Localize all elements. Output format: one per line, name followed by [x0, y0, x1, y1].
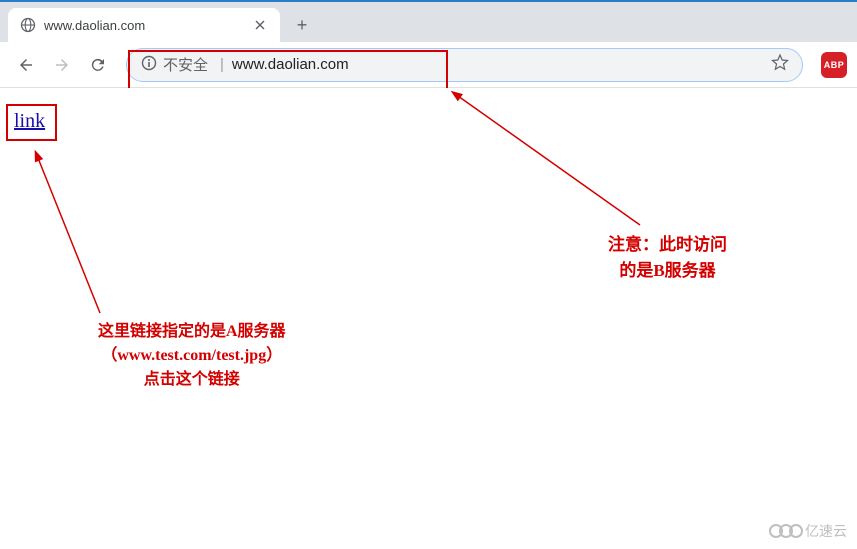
annotation-text-left: 这里链接指定的是A服务器 （www.test.com/test.jpg） 点击这…: [98, 320, 286, 392]
page-content: link 这里链接指定的是A服务器 （www.test.com/test.jpg…: [0, 88, 857, 549]
annotation-text-right: 注意：此时访问 的是B服务器: [608, 232, 727, 283]
watermark: 亿速云: [769, 521, 847, 541]
annotation-arrow-right: [0, 0, 857, 320]
watermark-logo-icon: [769, 522, 799, 540]
watermark-text: 亿速云: [805, 521, 847, 541]
